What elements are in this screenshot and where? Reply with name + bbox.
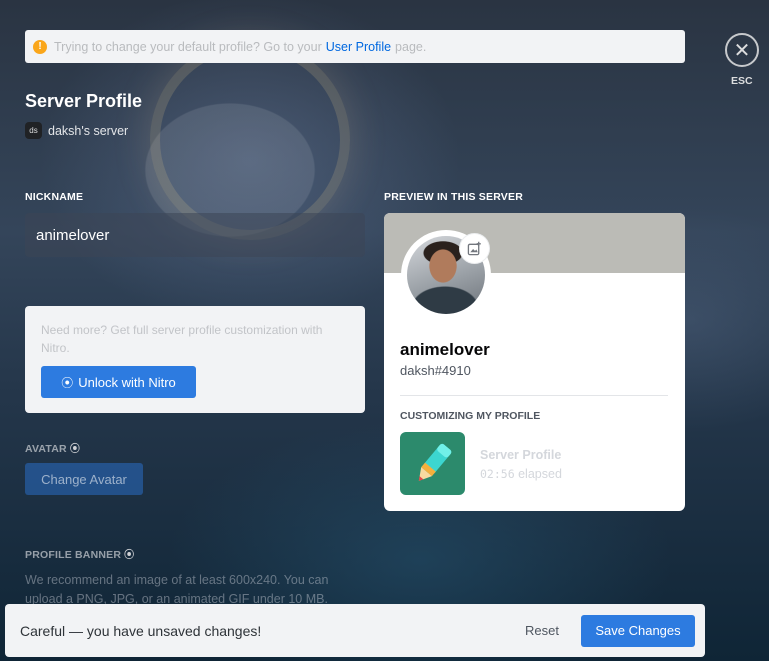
close-icon: ✕ — [733, 39, 751, 62]
page-title: Server Profile — [25, 91, 143, 111]
preview-user-tag: daksh#4910 — [400, 363, 471, 378]
server-icon: ds — [25, 122, 42, 139]
profile-preview-card: animelover daksh#4910 CUSTOMIZING MY PRO… — [384, 213, 685, 511]
esc-label: ESC — [731, 75, 753, 87]
nickname-input[interactable] — [25, 213, 365, 257]
warning-icon: ! — [33, 39, 47, 54]
activity-title: Server Profile — [480, 448, 562, 462]
nitro-badge-icon: ⦿ — [69, 444, 81, 455]
unlock-nitro-button[interactable]: ⦿ Unlock with Nitro — [41, 366, 196, 398]
notice-text: Trying to change your default profile? G… — [54, 39, 322, 54]
preview-nickname: animelover — [400, 340, 490, 359]
unsaved-changes-bar: Careful — you have unsaved changes! Rese… — [5, 604, 705, 657]
customizing-label: CUSTOMIZING MY PROFILE — [400, 410, 541, 422]
profile-banner-label-row: PROFILE BANNER ⦿ — [25, 546, 134, 561]
nitro-icon: ⦿ — [61, 375, 74, 390]
nitro-upsell: Need more? Get full server profile custo… — [25, 306, 365, 413]
avatar-label-row: AVATAR ⦿ — [25, 440, 80, 455]
server-name: daksh's server — [48, 123, 129, 138]
unlock-nitro-label: Unlock with Nitro — [78, 374, 176, 390]
nitro-upsell-text: Need more? Get full server profile custo… — [41, 323, 323, 355]
background-art — [150, 40, 350, 240]
unsaved-warning-text: Careful — you have unsaved changes! — [20, 622, 262, 639]
user-profile-link[interactable]: User Profile — [326, 40, 391, 54]
avatar-label: AVATAR — [25, 443, 67, 455]
change-avatar-button[interactable]: Change Avatar — [25, 463, 143, 495]
save-changes-button[interactable]: Save Changes — [581, 614, 695, 647]
reset-button[interactable]: Reset — [525, 623, 559, 638]
add-image-icon — [467, 241, 481, 256]
preview-label: PREVIEW IN THIS SERVER — [384, 191, 523, 203]
default-profile-notice: ! Trying to change your default profile?… — [25, 30, 685, 63]
divider — [400, 395, 668, 396]
nickname-label: NICKNAME — [25, 191, 84, 203]
close-button[interactable]: ✕ — [725, 33, 759, 67]
nitro-badge-icon: ⦿ — [124, 550, 135, 561]
pencil-icon — [400, 432, 465, 495]
add-image-button[interactable] — [460, 234, 489, 263]
elapsed-suffix: elapsed — [518, 467, 562, 481]
server-indicator: ds daksh's server — [25, 122, 128, 139]
notice-text-end: page. — [395, 39, 427, 54]
profile-banner-label: PROFILE BANNER — [25, 549, 122, 561]
activity-elapsed: 02:56 elapsed — [480, 467, 562, 481]
elapsed-time: 02:56 — [480, 467, 515, 481]
